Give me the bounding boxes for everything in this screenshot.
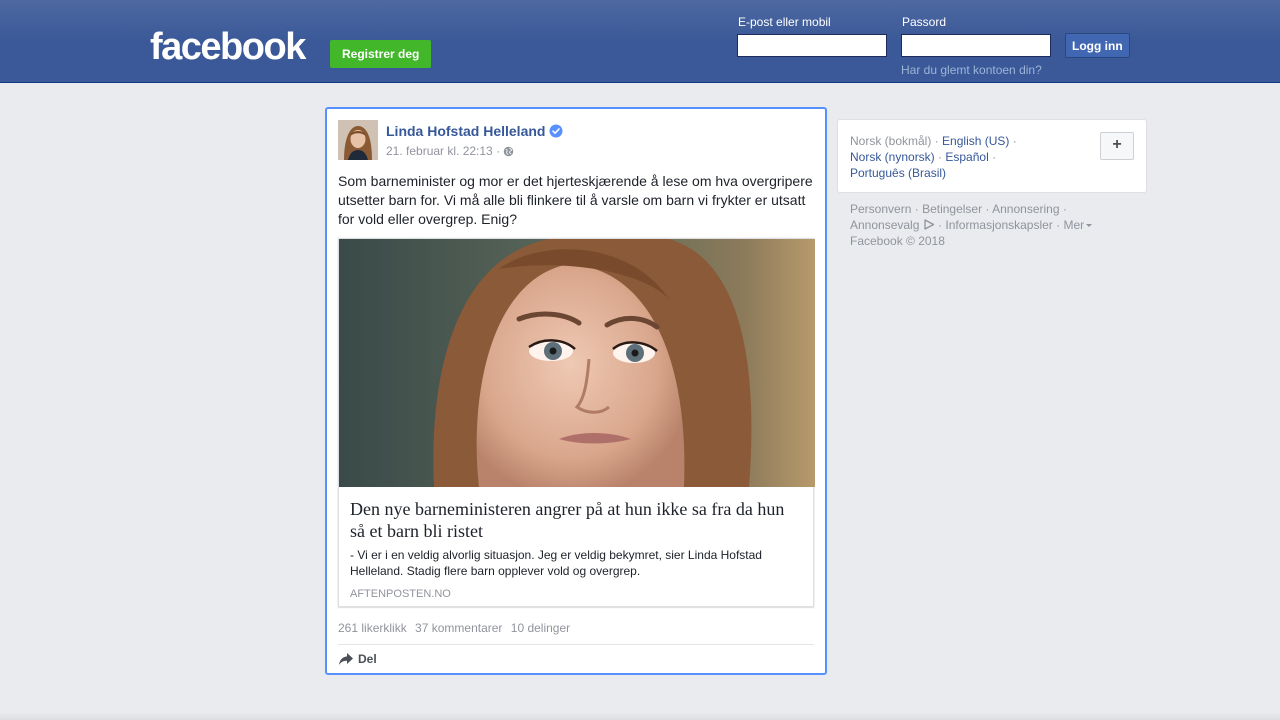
language-selector: Norsk (bokmål) · English (US) · Norsk (n…: [837, 119, 1147, 193]
attachment-photo: [339, 239, 815, 487]
language-portugues-brasil[interactable]: Português (Brasil): [850, 166, 946, 180]
verified-badge-icon: [549, 124, 563, 138]
language-espanol[interactable]: Español: [945, 150, 988, 164]
post-timestamp[interactable]: 21. februar kl. 22:13: [386, 144, 493, 158]
facebook-logo[interactable]: facebook: [150, 26, 306, 68]
post-author[interactable]: Linda Hofstad Helleland: [386, 123, 563, 139]
language-list: Norsk (bokmål) · English (US) · Norsk (n…: [850, 133, 1070, 181]
meta-separator: ·: [496, 144, 501, 158]
attachment-image[interactable]: [339, 239, 815, 487]
separator: ·: [938, 218, 943, 232]
footer-link-betingelser[interactable]: Betingelser: [922, 202, 982, 216]
email-input[interactable]: [737, 34, 887, 57]
attachment-source: AFTENPOSTEN.NO: [350, 588, 451, 600]
post-stats: 261 likerklikk 37 kommentarer 10 delinge…: [338, 621, 575, 635]
language-english-us[interactable]: English (US): [942, 134, 1009, 148]
separator: ·: [1012, 134, 1017, 148]
language-norsk-nynorsk[interactable]: Norsk (nynorsk): [850, 150, 935, 164]
email-label: E-post eller mobil: [738, 15, 831, 29]
comments-count[interactable]: 37 kommentarer: [415, 621, 502, 635]
avatar-image: [338, 120, 378, 160]
share-arrow-icon: [339, 653, 353, 665]
separator: ·: [992, 150, 997, 164]
register-button[interactable]: Registrer deg: [330, 40, 432, 68]
add-language-button[interactable]: +: [1100, 132, 1134, 160]
copyright: Facebook © 2018: [850, 234, 945, 248]
ad-choices-icon: [924, 219, 934, 230]
post-text: Som barneminister og mor er det hjertesk…: [338, 173, 813, 227]
forgot-account-link[interactable]: Har du glemt kontoen din?: [901, 63, 1042, 77]
globe-icon[interactable]: [503, 146, 514, 157]
attachment-body: Den nye barneministeren angrer på at hun…: [350, 498, 802, 600]
likes-count[interactable]: 261 likerklikk: [338, 621, 407, 635]
footer-link-personvern[interactable]: Personvern: [850, 202, 911, 216]
footer-link-annonsevalg[interactable]: Annonsevalg: [850, 218, 935, 232]
footer-link-mer[interactable]: Mer: [1064, 218, 1093, 232]
mer-label: Mer: [1063, 218, 1085, 232]
separator: ·: [938, 150, 943, 164]
top-bar: facebook Registrer deg E-post eller mobi…: [0, 0, 1280, 83]
current-language: Norsk (bokmål): [850, 134, 932, 148]
post-author-name[interactable]: Linda Hofstad Helleland: [386, 123, 545, 139]
action-divider: [338, 644, 814, 645]
author-avatar[interactable]: [338, 120, 378, 160]
separator: ·: [1062, 202, 1067, 216]
post-card: Linda Hofstad Helleland 21. februar kl. …: [325, 107, 827, 675]
separator: ·: [934, 134, 939, 148]
attachment-title[interactable]: Den nye barneministeren angrer på at hun…: [350, 498, 802, 542]
link-attachment[interactable]: Den nye barneministeren angrer på at hun…: [338, 238, 815, 607]
footer-link-informasjonskapsler[interactable]: Informasjonskapsler: [945, 218, 1052, 232]
login-button[interactable]: Logg inn: [1065, 33, 1130, 58]
password-input[interactable]: [901, 34, 1051, 57]
share-label: Del: [358, 652, 377, 666]
caret-down-icon: [1086, 224, 1093, 227]
shares-count[interactable]: 10 delinger: [511, 621, 570, 635]
separator: ·: [1056, 218, 1061, 232]
password-label: Passord: [902, 15, 947, 29]
share-button[interactable]: Del: [338, 652, 377, 666]
separator: ·: [985, 202, 990, 216]
footer-links: Personvern · Betingelser · Annonsering ·…: [850, 201, 1140, 249]
bottom-shade: [0, 712, 1280, 720]
post-meta: 21. februar kl. 22:13 ·: [386, 144, 514, 158]
annonsevalg-label: Annonsevalg: [850, 218, 920, 232]
separator: ·: [914, 202, 919, 216]
attachment-description: - Vi er i en veldig alvorlig situasjon. …: [350, 548, 762, 578]
footer-link-annonsering[interactable]: Annonsering: [992, 202, 1059, 216]
